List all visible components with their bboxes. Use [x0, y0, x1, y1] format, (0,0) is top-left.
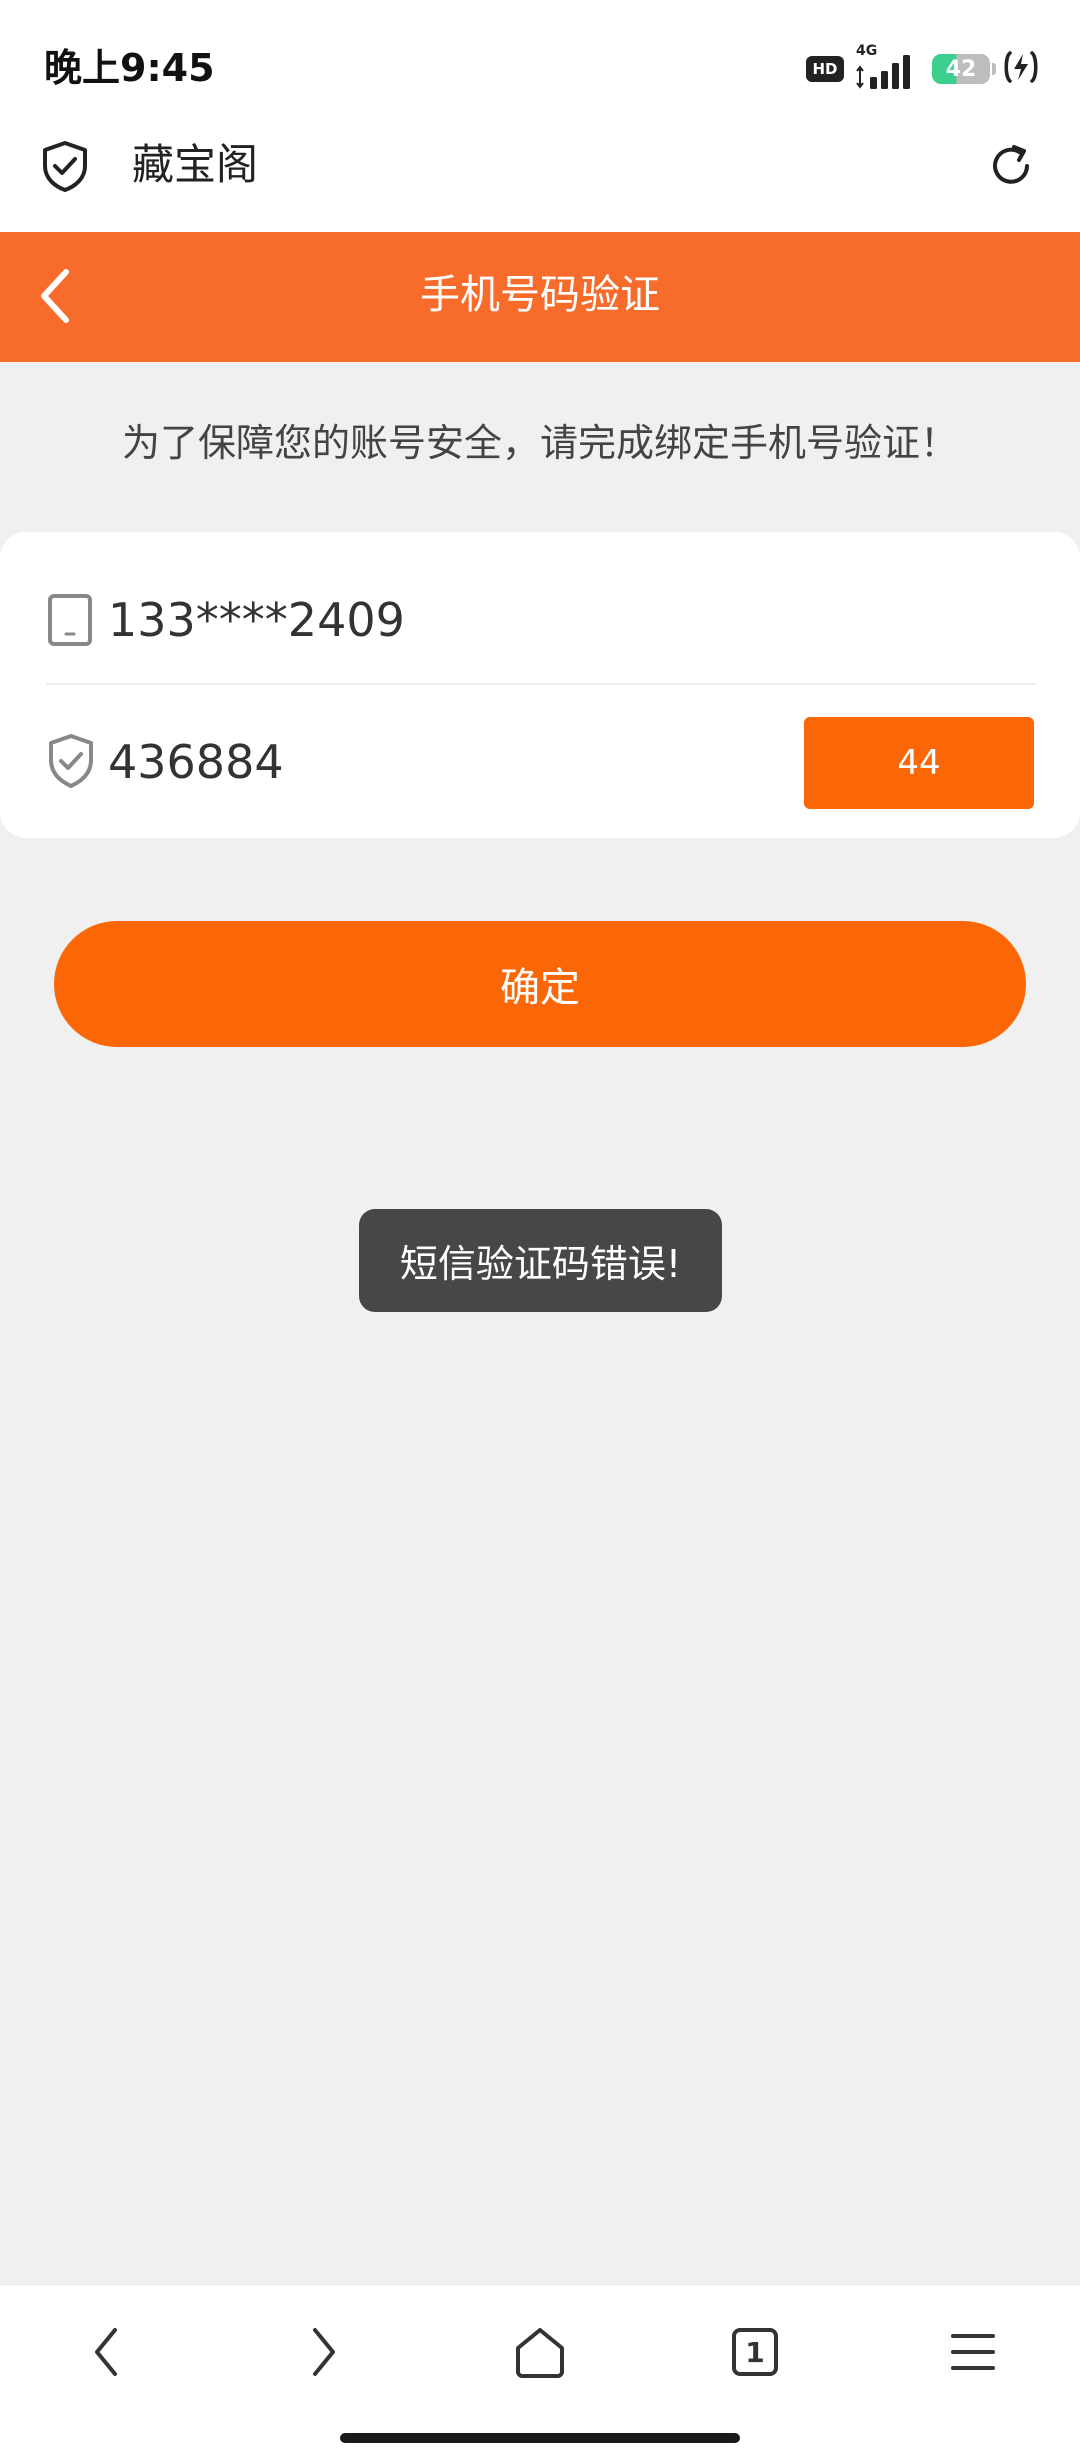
status-time: 晚上9:45 [44, 46, 215, 90]
hd-badge: HD [806, 56, 844, 82]
network-type-label: 4G [856, 43, 878, 59]
confirm-button[interactable]: 确定 [54, 921, 1026, 1047]
status-icons: HD 4G 42 [806, 43, 1040, 94]
shield-check-icon[interactable] [40, 140, 90, 196]
error-toast: 短信验证码错误! [359, 1209, 722, 1312]
site-title: 藏宝阁 [132, 140, 259, 189]
back-icon[interactable] [52, 2307, 162, 2397]
forward-icon[interactable] [268, 2307, 378, 2397]
phone-field[interactable]: 133****2409 [108, 590, 405, 650]
menu-icon[interactable] [918, 2307, 1028, 2397]
shield-check-icon [46, 733, 96, 793]
tab-count: 1 [745, 2335, 765, 2369]
phone-icon [46, 592, 94, 652]
resend-code-button[interactable]: 44 [804, 717, 1034, 809]
refresh-icon[interactable] [986, 141, 1036, 195]
page-title: 手机号码验证 [420, 272, 660, 318]
charging-icon [1002, 49, 1040, 89]
home-indicator[interactable] [340, 2433, 740, 2443]
form-divider [46, 683, 1036, 685]
security-notice: 为了保障您的账号安全，请完成绑定手机号验证！ [121, 421, 958, 465]
signal-icon: 4G [856, 43, 920, 91]
home-icon[interactable] [485, 2307, 595, 2397]
battery-icon: 42 [932, 54, 996, 84]
verification-code-field[interactable]: 436884 [108, 732, 284, 792]
tabs-icon[interactable]: 1 [700, 2307, 810, 2397]
